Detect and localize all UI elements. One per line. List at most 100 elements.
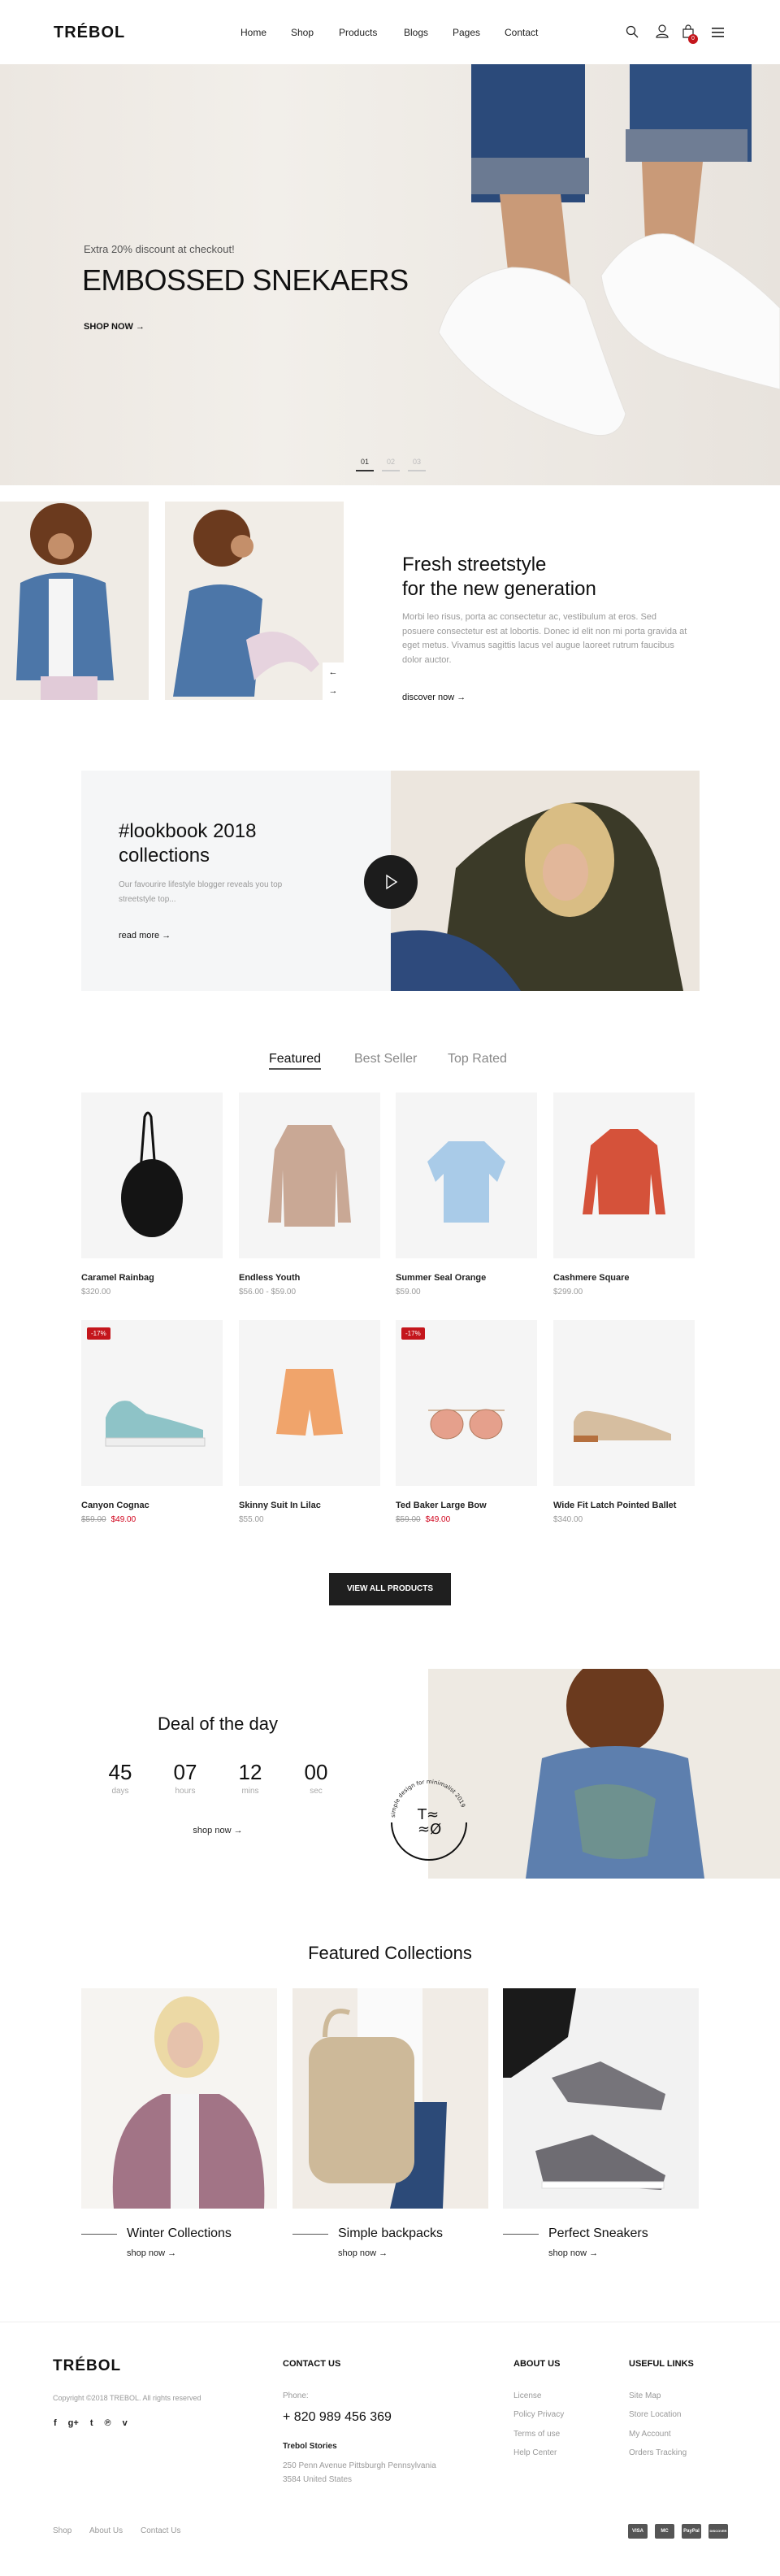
play-icon <box>386 874 398 890</box>
collection-title[interactable]: Simple backpacks <box>338 2226 443 2241</box>
price: $340.00 <box>553 1515 583 1524</box>
slide-dot-3[interactable]: 03 <box>408 458 426 471</box>
footer-logo[interactable]: TRÉBOL <box>53 2357 121 2375</box>
pinterest-icon[interactable]: ℗ <box>105 2418 111 2428</box>
next-arrow-button[interactable]: → <box>323 682 344 700</box>
shop-now-label: shop now <box>127 2248 166 2258</box>
arrow-right-icon: → <box>379 2248 388 2258</box>
nav-pages[interactable]: Pages <box>453 27 480 38</box>
hero-subtitle: Extra 20% discount at checkout! <box>84 243 235 255</box>
phone-number[interactable]: + 820 989 456 369 <box>283 2410 392 2425</box>
footer-link-orders-tracking[interactable]: Orders Tracking <box>629 2448 687 2457</box>
about-heading: ABOUT US <box>514 2359 561 2369</box>
product-price: $340.00 <box>553 1515 695 1524</box>
menu-icon[interactable] <box>712 28 725 37</box>
countdown-hours: 07 hours <box>161 1760 210 1796</box>
footer-link-policy[interactable]: Policy Privacy <box>514 2410 564 2419</box>
nav-blogs[interactable]: Blogs <box>404 27 428 38</box>
nav-products[interactable]: Products <box>339 27 377 38</box>
product-card[interactable]: -17% Ted Baker Large Bow $59.00 $49.00 <box>396 1320 537 1524</box>
product-name[interactable]: Skinny Suit In Lilac <box>239 1501 380 1510</box>
lookbook-image <box>391 771 700 991</box>
phone-label: Phone: <box>283 2391 309 2400</box>
nav-contact[interactable]: Contact <box>505 27 538 38</box>
tab-best-seller[interactable]: Best Seller <box>354 1052 417 1066</box>
title-line-2: collections <box>119 845 210 867</box>
useful-links-heading: USEFUL LINKS <box>629 2359 694 2369</box>
arrow-right-icon: → <box>167 2248 177 2258</box>
discover-label: discover now <box>402 693 455 702</box>
view-all-products-button[interactable]: VIEW ALL PRODUCTS <box>329 1573 451 1605</box>
play-video-button[interactable] <box>364 855 418 909</box>
price: $299.00 <box>553 1288 583 1297</box>
search-icon[interactable] <box>626 25 639 38</box>
collection-card-backpacks[interactable]: Simple backpacks shop now → <box>292 1988 488 2258</box>
slide-dot-1[interactable]: 01 <box>356 458 374 471</box>
paypal-icon: PayPal <box>682 2524 701 2539</box>
vimeo-icon[interactable]: v <box>123 2418 128 2428</box>
store-name: Trebol Stories <box>283 2442 337 2451</box>
collection-title[interactable]: Perfect Sneakers <box>548 2226 648 2241</box>
title-line-2: for the new generation <box>402 578 596 600</box>
tab-top-rated[interactable]: Top Rated <box>448 1052 507 1066</box>
old-price: $59.00 <box>396 1515 421 1524</box>
collection-title[interactable]: Winter Collections <box>127 2226 232 2241</box>
product-card[interactable]: Wide Fit Latch Pointed Ballet $340.00 <box>553 1320 695 1524</box>
collection-image <box>292 1988 488 2209</box>
product-card[interactable]: Endless Youth $56.00 - $59.00 <box>239 1093 380 1297</box>
product-image-sunglasses: -17% <box>396 1320 537 1486</box>
tab-featured[interactable]: Featured <box>269 1052 322 1070</box>
user-icon[interactable] <box>656 24 669 38</box>
facebook-icon[interactable]: f <box>54 2418 57 2428</box>
bottom-link-about[interactable]: About Us <box>89 2526 123 2535</box>
product-card[interactable]: -17% Canyon Cognac $59.00 $49.00 <box>81 1320 223 1524</box>
product-name[interactable]: Canyon Cognac <box>81 1501 223 1510</box>
shop-now-link[interactable]: shop now → <box>127 2248 176 2258</box>
title-line-1: #lookbook 2018 <box>119 820 257 842</box>
product-name[interactable]: Ted Baker Large Bow <box>396 1501 537 1510</box>
product-name[interactable]: Caramel Rainbag <box>81 1273 223 1283</box>
read-more-link[interactable]: read more → <box>119 931 171 940</box>
footer-link-help[interactable]: Help Center <box>514 2448 557 2457</box>
google-plus-icon[interactable]: g+ <box>68 2418 79 2428</box>
product-card[interactable]: Caramel Rainbag $320.00 <box>81 1093 223 1297</box>
discover-now-link[interactable]: discover now → <box>402 693 466 702</box>
product-name[interactable]: Cashmere Square <box>553 1273 695 1283</box>
footer-link-license[interactable]: License <box>514 2391 541 2400</box>
hero-slider: Extra 20% discount at checkout! EMBOSSED… <box>0 64 780 485</box>
price: $56.00 - $59.00 <box>239 1288 297 1297</box>
product-price: $55.00 <box>239 1515 380 1524</box>
product-name[interactable]: Endless Youth <box>239 1273 380 1283</box>
visa-icon: VISA <box>628 2524 648 2539</box>
footer-link-terms[interactable]: Terms of use <box>514 2430 560 2439</box>
twitter-icon[interactable]: t <box>90 2418 93 2428</box>
countdown-sec: 00 sec <box>292 1760 340 1796</box>
collection-card-sneakers[interactable]: Perfect Sneakers shop now → <box>503 1988 699 2258</box>
streetstyle-image-2 <box>165 502 344 700</box>
footer-link-my-account[interactable]: My Account <box>629 2430 671 2439</box>
product-name[interactable]: Wide Fit Latch Pointed Ballet <box>553 1501 695 1510</box>
footer-link-sitemap[interactable]: Site Map <box>629 2391 661 2400</box>
bottom-link-contact[interactable]: Contact Us <box>141 2526 180 2535</box>
product-card[interactable]: Summer Seal Orange $59.00 <box>396 1093 537 1297</box>
collection-card-winter[interactable]: Winter Collections shop now → <box>81 1988 277 2258</box>
bottom-link-shop[interactable]: Shop <box>53 2526 72 2535</box>
footer-link-store-location[interactable]: Store Location <box>629 2410 682 2419</box>
shop-now-link[interactable]: shop now → <box>338 2248 388 2258</box>
nav-home[interactable]: Home <box>240 27 266 38</box>
old-price: $59.00 <box>81 1515 106 1524</box>
product-card[interactable]: Skinny Suit In Lilac $55.00 <box>239 1320 380 1524</box>
product-name[interactable]: Summer Seal Orange <box>396 1273 537 1283</box>
collections-title: Featured Collections <box>308 1943 472 1963</box>
mastercard-icon: MC <box>655 2524 674 2539</box>
hero-title: EMBOSSED SNEKAERS <box>82 263 409 297</box>
brand-logo[interactable]: TRÉBOL <box>54 24 125 42</box>
discount-badge: -17% <box>87 1327 110 1340</box>
slide-dot-2[interactable]: 02 <box>382 458 400 471</box>
shop-now-link[interactable]: shop now → <box>548 2248 598 2258</box>
product-card[interactable]: Cashmere Square $299.00 <box>553 1093 695 1297</box>
prev-arrow-button[interactable]: ← <box>323 662 344 682</box>
nav-shop[interactable]: Shop <box>291 27 314 38</box>
hero-shop-now-link[interactable]: SHOP NOW → <box>84 322 145 332</box>
deal-shop-now-link[interactable]: shop now → <box>177 1826 258 1835</box>
